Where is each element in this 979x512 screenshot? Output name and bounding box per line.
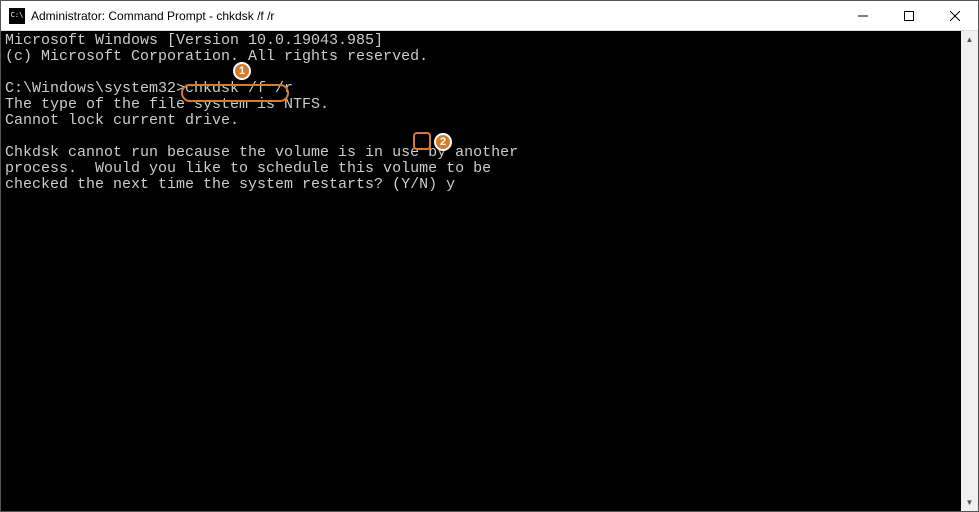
scroll-up-icon[interactable]: ▲	[961, 31, 978, 48]
output-line: Cannot lock current drive.	[5, 113, 957, 129]
output-blank	[5, 65, 957, 81]
prompt-line: C:\Windows\system32>chkdsk /f /r	[5, 81, 957, 97]
output-line: Microsoft Windows [Version 10.0.19043.98…	[5, 33, 957, 49]
output-line: (c) Microsoft Corporation. All rights re…	[5, 49, 957, 65]
cmd-icon-text: C:\	[11, 12, 24, 19]
cmd-icon: C:\	[9, 8, 25, 24]
prompt-response-line: checked the next time the system restart…	[5, 177, 957, 193]
output-line: The type of the file system is NTFS.	[5, 97, 957, 113]
command-text: chkdsk /f /r	[185, 80, 293, 97]
prompt-question: checked the next time the system restart…	[5, 176, 446, 193]
window-controls	[840, 1, 978, 30]
output-line: process. Would you like to schedule this…	[5, 161, 957, 177]
close-button[interactable]	[932, 1, 978, 30]
scrollbar[interactable]: ▲ ▼	[961, 31, 978, 511]
window-title: Administrator: Command Prompt - chkdsk /…	[31, 9, 840, 23]
terminal-container: Microsoft Windows [Version 10.0.19043.98…	[1, 31, 978, 511]
prompt-path: C:\Windows\system32>	[5, 80, 185, 97]
scroll-track[interactable]	[961, 48, 978, 494]
output-blank	[5, 129, 957, 145]
user-response: y	[446, 176, 455, 193]
terminal[interactable]: Microsoft Windows [Version 10.0.19043.98…	[1, 31, 961, 511]
minimize-button[interactable]	[840, 1, 886, 30]
titlebar[interactable]: C:\ Administrator: Command Prompt - chkd…	[1, 1, 978, 31]
maximize-button[interactable]	[886, 1, 932, 30]
scroll-down-icon[interactable]: ▼	[961, 494, 978, 511]
output-line: Chkdsk cannot run because the volume is …	[5, 145, 957, 161]
